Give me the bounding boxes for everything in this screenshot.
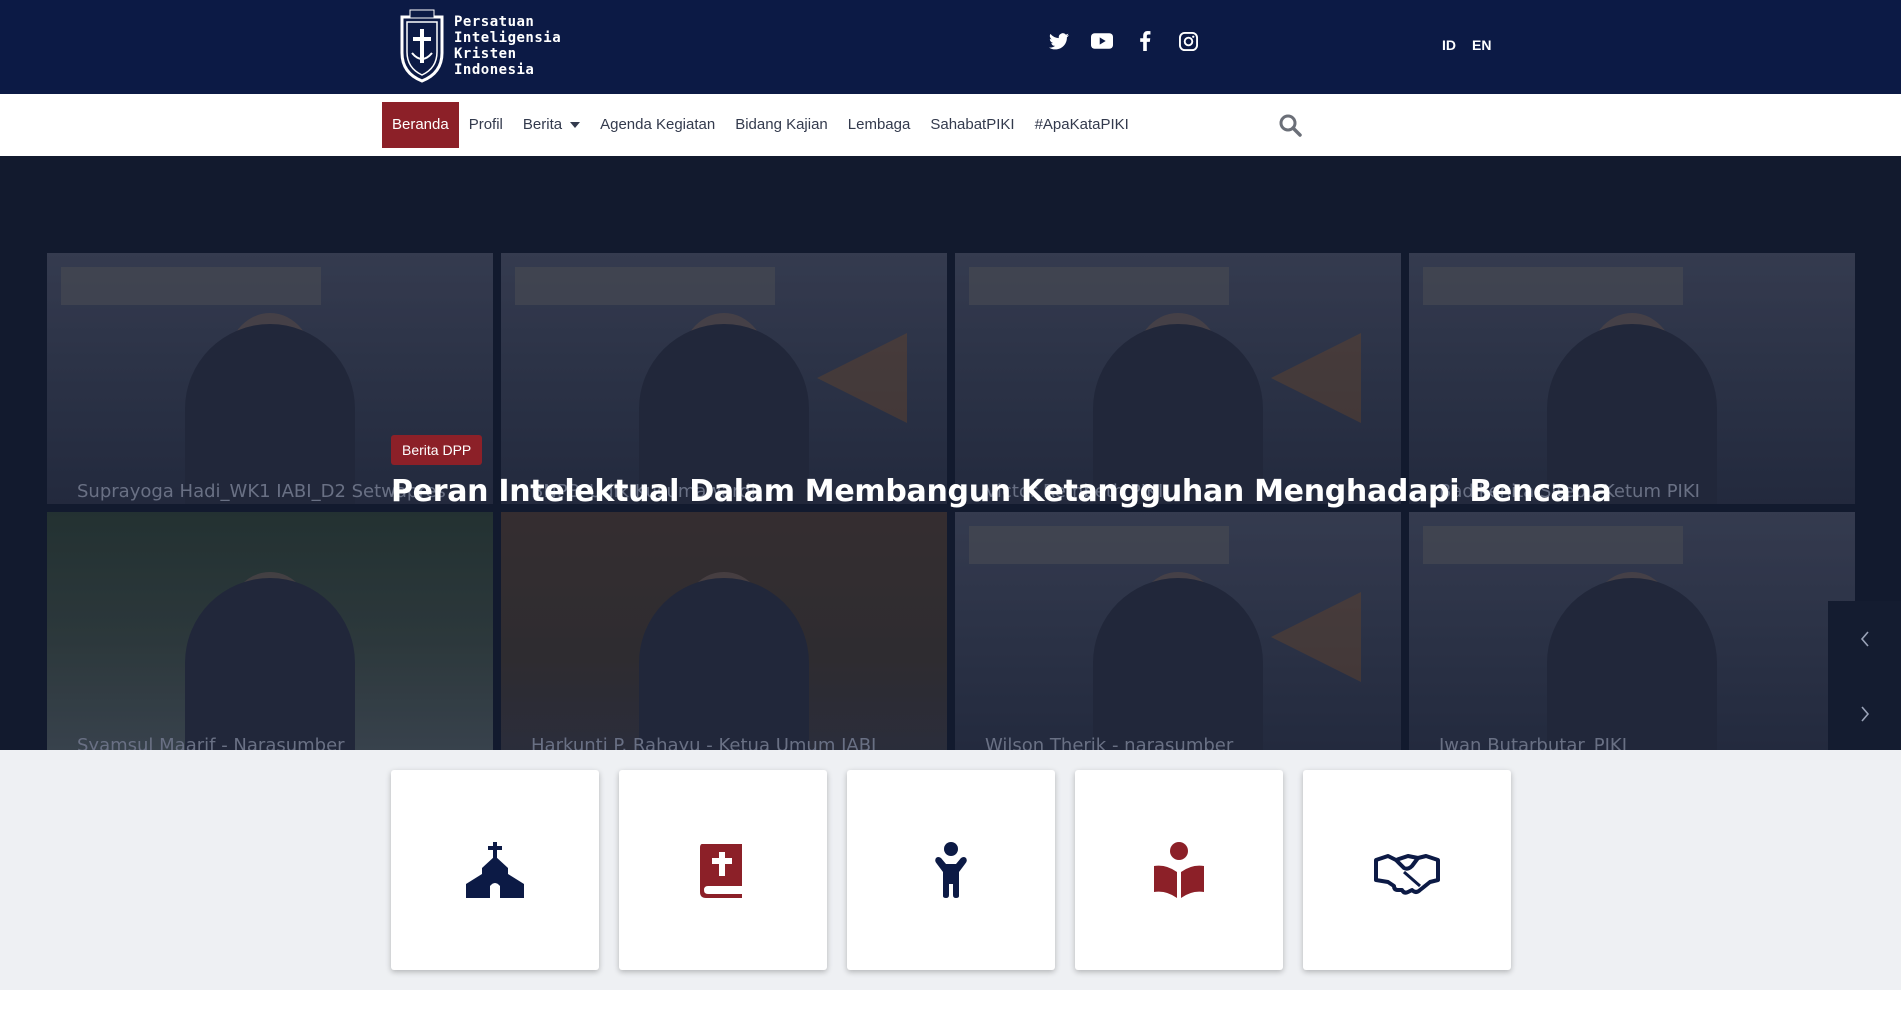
nav-item-berita[interactable]: Berita — [513, 102, 590, 148]
hero-title[interactable]: Peran Intelektual Dalam Membangun Ketang… — [391, 474, 1612, 509]
nav-item-berita-label: Berita — [522, 116, 563, 133]
card-bible[interactable] — [619, 770, 827, 970]
piki-shield-icon — [400, 9, 444, 83]
handshake-icon — [1374, 854, 1440, 895]
nav-item-sahabatpiki[interactable]: SahabatPIKI — [920, 102, 1024, 148]
hero-slider: Suprayoga Hadi_WK1 IABI_D2 Setwapres BNP… — [0, 156, 1901, 750]
church-icon — [466, 842, 524, 898]
logo-wordmark: Persatuan Inteligensia Kristen Indonesia — [454, 14, 561, 78]
nav-item-agenda-kegiatan[interactable]: Agenda Kegiatan — [590, 102, 725, 148]
nav-item-profil[interactable]: Profil — [459, 102, 513, 148]
caret-down-icon — [570, 122, 581, 128]
card-reading[interactable] — [1075, 770, 1283, 970]
logo-line-2: Inteligensia — [454, 30, 562, 46]
card-handshake[interactable] — [1303, 770, 1511, 970]
nav-menu: Beranda Profil Berita Agenda Kegiatan Bi… — [382, 102, 1139, 148]
child-icon — [935, 842, 967, 898]
top-header: Persatuan Inteligensia Kristen Indonesia… — [0, 0, 1901, 94]
card-church[interactable] — [391, 770, 599, 970]
feature-cards — [391, 770, 1511, 970]
instagram-icon[interactable] — [1177, 30, 1199, 52]
nav-item-apakatapiki[interactable]: #ApaKataPIKI — [1025, 102, 1139, 148]
nav-item-beranda[interactable]: Beranda — [382, 102, 459, 148]
main-navbar: Beranda Profil Berita Agenda Kegiatan Bi… — [0, 94, 1901, 156]
logo-line-1: Persatuan — [454, 14, 535, 30]
category-badge[interactable]: Berita DPP — [391, 435, 483, 465]
hero-overlay — [0, 156, 1901, 750]
twitter-icon[interactable] — [1048, 30, 1070, 52]
facebook-icon[interactable] — [1134, 30, 1156, 52]
site-logo[interactable]: Persatuan Inteligensia Kristen Indonesia — [398, 8, 561, 84]
social-links — [1048, 30, 1199, 52]
language-switcher: ID EN — [1442, 37, 1491, 53]
youtube-icon[interactable] — [1091, 30, 1113, 52]
card-child[interactable] — [847, 770, 1055, 970]
slider-next-button[interactable] — [1828, 676, 1901, 750]
chevron-right-icon — [1860, 705, 1869, 722]
chevron-left-icon — [1860, 630, 1869, 647]
reading-icon — [1154, 842, 1204, 898]
lang-en[interactable]: EN — [1472, 37, 1491, 53]
nav-item-bidang-kajian[interactable]: Bidang Kajian — [725, 102, 838, 148]
search-icon[interactable] — [1278, 113, 1302, 137]
lang-id[interactable]: ID — [1442, 37, 1456, 53]
slider-prev-button[interactable] — [1828, 601, 1901, 676]
nav-item-lembaga[interactable]: Lembaga — [838, 102, 921, 148]
logo-line-4: Indonesia — [454, 62, 535, 78]
footer-strip — [0, 990, 1901, 1009]
logo-line-3: Kristen — [454, 46, 517, 62]
bible-icon — [700, 844, 742, 898]
